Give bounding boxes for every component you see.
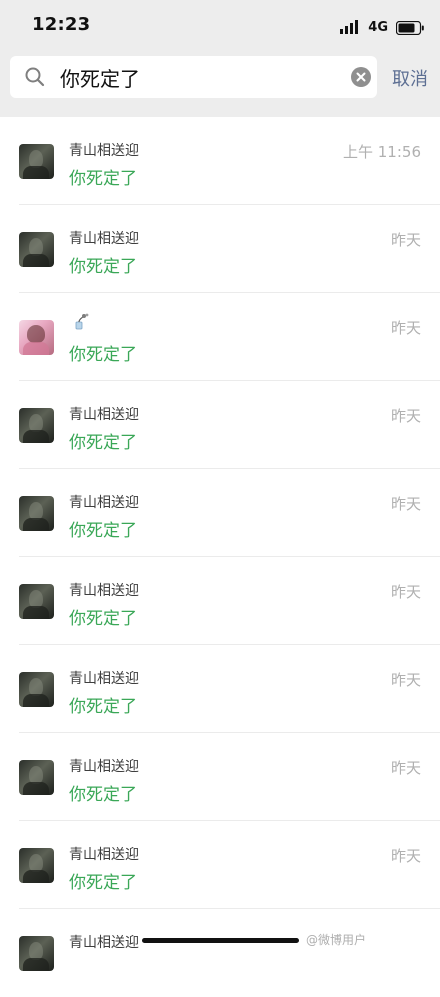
search-results-list: 青山相送迎 你死定了 上午 11:56 青山相送迎 你死定了 昨天 你死定了 昨… xyxy=(0,117,440,971)
result-item[interactable]: 青山相送迎 你死定了 昨天 xyxy=(0,645,440,733)
status-right-group: 4G xyxy=(340,18,424,36)
result-item[interactable]: 你死定了 昨天 xyxy=(0,293,440,381)
home-indicator[interactable] xyxy=(142,938,299,943)
status-time: 12:23 xyxy=(32,14,91,35)
avatar xyxy=(19,760,54,795)
message-time: 昨天 xyxy=(390,847,421,865)
message-time: 昨天 xyxy=(390,759,421,777)
status-bar: 12:23 4G xyxy=(0,0,440,52)
matched-message: 你死定了 xyxy=(69,169,137,189)
avatar xyxy=(19,144,54,179)
contact-name: 青山相送迎 xyxy=(69,583,139,599)
avatar xyxy=(19,320,54,355)
result-item[interactable]: 青山相送迎 xyxy=(0,909,440,997)
contact-name: 青山相送迎 xyxy=(69,671,139,687)
message-time: 昨天 xyxy=(390,495,421,513)
contact-name: 青山相送迎 xyxy=(69,143,139,159)
search-input[interactable] xyxy=(50,56,350,98)
result-item[interactable]: 青山相送迎 你死定了 上午 11:56 xyxy=(0,117,440,205)
matched-message: 你死定了 xyxy=(69,257,137,277)
contact-name: 青山相送迎 xyxy=(69,935,139,951)
matched-message: 你死定了 xyxy=(69,521,137,541)
message-time: 昨天 xyxy=(390,671,421,689)
search-icon xyxy=(25,67,45,87)
cancel-button[interactable]: 取消 xyxy=(392,65,428,91)
result-item[interactable]: 青山相送迎 你死定了 昨天 xyxy=(0,469,440,557)
network-label: 4G xyxy=(368,19,388,35)
message-time: 昨天 xyxy=(390,319,421,337)
avatar xyxy=(19,408,54,443)
avatar xyxy=(19,496,54,531)
avatar xyxy=(19,672,54,707)
message-time: 上午 11:56 xyxy=(343,143,421,161)
matched-message: 你死定了 xyxy=(69,609,137,629)
contact-name: 青山相送迎 xyxy=(69,495,139,511)
battery-icon xyxy=(395,20,424,36)
matched-message: 你死定了 xyxy=(69,433,137,453)
message-time: 昨天 xyxy=(390,231,421,249)
avatar xyxy=(19,848,54,883)
matched-message: 你死定了 xyxy=(69,873,137,893)
contact-name: 青山相送迎 xyxy=(69,231,139,247)
result-item[interactable]: 青山相送迎 你死定了 昨天 xyxy=(0,733,440,821)
matched-message: 你死定了 xyxy=(69,345,137,365)
contact-name: 青山相送迎 xyxy=(69,759,139,775)
avatar xyxy=(19,232,54,267)
result-item[interactable]: 青山相送迎 你死定了 昨天 xyxy=(0,557,440,645)
search-box[interactable] xyxy=(10,56,377,98)
message-time: 昨天 xyxy=(390,407,421,425)
avatar xyxy=(19,584,54,619)
flower-icon xyxy=(69,312,93,332)
search-row: 取消 xyxy=(0,56,440,100)
result-item[interactable]: 青山相送迎 你死定了 昨天 xyxy=(0,821,440,909)
avatar xyxy=(19,936,54,971)
matched-message: 你死定了 xyxy=(69,785,137,805)
result-item[interactable]: 青山相送迎 你死定了 昨天 xyxy=(0,381,440,469)
watermark: @微博用户 xyxy=(306,933,367,947)
contact-name: 青山相送迎 xyxy=(69,847,139,863)
message-time: 昨天 xyxy=(390,583,421,601)
signal-icon xyxy=(340,20,360,34)
contact-name: 青山相送迎 xyxy=(69,407,139,423)
result-item[interactable]: 青山相送迎 你死定了 昨天 xyxy=(0,205,440,293)
clear-icon[interactable] xyxy=(351,67,371,87)
matched-message: 你死定了 xyxy=(69,697,137,717)
